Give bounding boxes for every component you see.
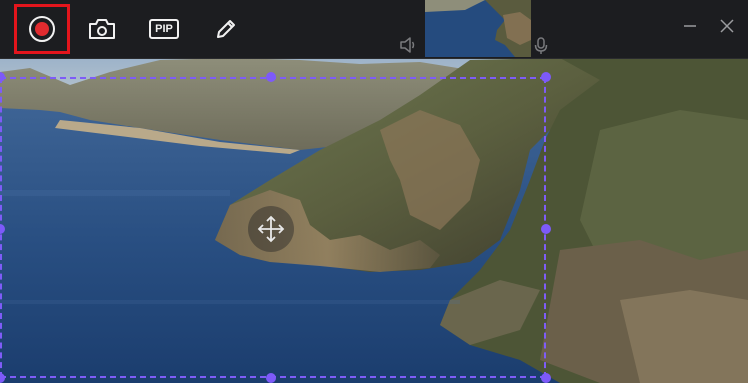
move-arrows-icon <box>257 215 285 243</box>
recording-toolbar: PIP <box>0 0 748 59</box>
pencil-icon <box>217 20 235 38</box>
resize-handle-top-right[interactable] <box>541 72 551 82</box>
resize-handle-top[interactable] <box>266 72 276 82</box>
record-button[interactable] <box>14 4 70 54</box>
resize-handle-bottom[interactable] <box>266 373 276 383</box>
move-region-handle[interactable] <box>248 206 294 252</box>
webcam-preview[interactable] <box>425 0 531 57</box>
close-icon <box>720 19 734 33</box>
speaker-icon[interactable] <box>399 37 417 53</box>
minimize-icon <box>684 25 696 27</box>
record-icon <box>29 16 55 42</box>
microphone-icon[interactable] <box>534 37 548 55</box>
pip-button[interactable]: PIP <box>136 4 192 54</box>
webcam-preview-image <box>425 0 531 57</box>
draw-button[interactable] <box>198 4 254 54</box>
minimize-button[interactable] <box>678 14 702 38</box>
close-button[interactable] <box>715 14 739 38</box>
record-dot <box>35 22 49 36</box>
resize-handle-bottom-right[interactable] <box>541 373 551 383</box>
pip-label: PIP <box>149 19 179 39</box>
resize-handle-right[interactable] <box>541 224 551 234</box>
camera-icon <box>89 19 115 39</box>
screenshot-button[interactable] <box>74 4 130 54</box>
